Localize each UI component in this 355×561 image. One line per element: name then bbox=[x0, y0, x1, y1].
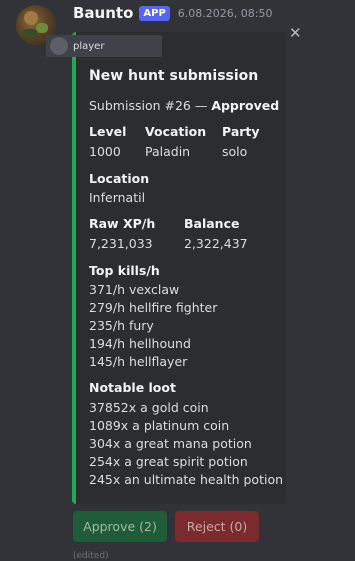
field-top-kills-name: Top kills/h bbox=[89, 263, 160, 278]
field-party-name: Party bbox=[222, 124, 260, 139]
field-location-name: Location bbox=[89, 171, 150, 186]
message-header: Baunto APP 6.08.2026, 08:50 bbox=[73, 3, 272, 23]
author-avatar-icon bbox=[50, 37, 68, 55]
avatar-detail bbox=[22, 29, 38, 38]
list-item: 145/h hellflayer bbox=[89, 354, 188, 369]
embed-author: player bbox=[46, 35, 162, 57]
field-party-value: solo bbox=[222, 144, 248, 159]
timestamp[interactable]: 6.08.2026, 08:50 bbox=[178, 7, 273, 20]
field-level-name: Level bbox=[89, 124, 127, 139]
embed-title: New hunt submission bbox=[89, 68, 259, 84]
field-level-value: 1000 bbox=[89, 144, 121, 159]
list-item: 254x a great spirit potion bbox=[89, 454, 248, 469]
list-item: 194/h hellhound bbox=[89, 336, 191, 351]
submission-label: Submission #26 — bbox=[89, 98, 212, 113]
app-badge: APP bbox=[139, 5, 170, 21]
list-item: 245x an ultimate health potion bbox=[89, 472, 284, 487]
list-item: 304x a great mana potion bbox=[89, 436, 252, 451]
list-item: 1089x a platinum coin bbox=[89, 418, 230, 433]
approve-button[interactable]: Approve (2) bbox=[73, 511, 167, 542]
list-item: 235/h fury bbox=[89, 318, 154, 333]
field-notable-loot-name: Notable loot bbox=[89, 380, 176, 395]
field-vocation-value: Paladin bbox=[145, 144, 191, 159]
avatar-detail bbox=[24, 11, 38, 25]
list-item: 37852x a gold coin bbox=[89, 400, 209, 415]
username[interactable]: Baunto bbox=[73, 4, 133, 22]
field-location-value: Infernatil bbox=[89, 190, 146, 205]
list-item: 279/h hellfire fighter bbox=[89, 300, 218, 315]
field-balance-name: Balance bbox=[184, 216, 240, 231]
reject-button[interactable]: Reject (0) bbox=[175, 511, 259, 542]
author-name: player bbox=[73, 40, 105, 52]
status-text: Approved bbox=[211, 98, 280, 113]
field-balance-value: 2,322,437 bbox=[184, 236, 248, 251]
field-raw-xp-value: 7,231,033 bbox=[89, 236, 153, 251]
field-vocation-name: Vocation bbox=[145, 124, 207, 139]
list-item: 371/h vexclaw bbox=[89, 282, 180, 297]
embed-description: Submission #26 — Approved bbox=[89, 98, 279, 113]
field-raw-xp-name: Raw XP/h bbox=[89, 216, 156, 231]
close-icon[interactable]: ✕ bbox=[289, 24, 302, 42]
